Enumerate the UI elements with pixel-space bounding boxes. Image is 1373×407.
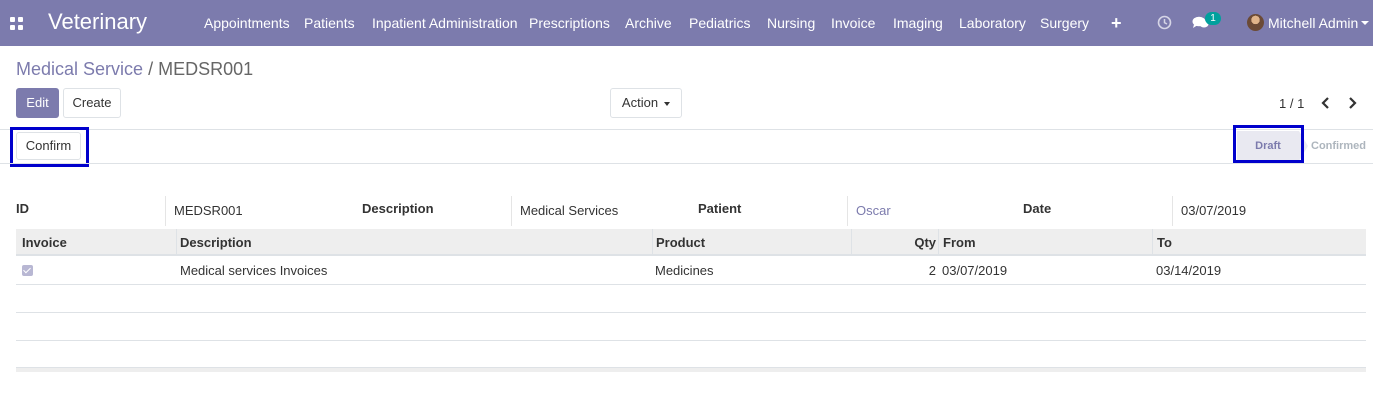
date-value: 03/07/2019	[1181, 203, 1247, 218]
statusbar-top-border	[0, 129, 1373, 130]
field-divider	[847, 196, 848, 226]
breadcrumb-separator: /	[148, 59, 154, 79]
row-to: 03/14/2019	[1156, 263, 1222, 278]
column-divider	[851, 229, 852, 256]
menu-item-inpatient-administration[interactable]: Inpatient Administration	[372, 15, 518, 31]
top-navbar: Veterinary Appointments Patients Inpatie…	[0, 0, 1373, 46]
apps-grid-icon[interactable]	[10, 17, 23, 30]
column-header-invoice[interactable]: Invoice	[22, 235, 67, 250]
app-brand[interactable]: Veterinary	[48, 9, 147, 35]
column-divider	[1152, 229, 1153, 256]
edit-button[interactable]: Edit	[16, 88, 59, 118]
table-row[interactable]: Medical services Invoices Medicines 2 03…	[16, 257, 1366, 285]
menu-item-invoice[interactable]: Invoice	[831, 15, 875, 31]
table-row-empty	[16, 313, 1366, 341]
field-divider	[511, 196, 512, 226]
column-divider	[176, 229, 177, 256]
menu-item-imaging[interactable]: Imaging	[893, 15, 943, 31]
id-value: MEDSR001	[174, 203, 243, 218]
row-description: Medical services Invoices	[180, 263, 328, 278]
description-label: Description	[362, 201, 434, 216]
pager-next-icon[interactable]	[1344, 94, 1360, 112]
column-header-from[interactable]: From	[943, 235, 976, 250]
pager-previous-icon[interactable]	[1318, 94, 1334, 112]
breadcrumb-current: MEDSR001	[158, 59, 254, 79]
draft-highlight-box	[1233, 125, 1304, 163]
column-divider	[652, 229, 653, 256]
table-row-empty	[16, 340, 1366, 368]
breadcrumb: Medical Service / MEDSR001	[16, 59, 253, 80]
row-from: 03/07/2019	[942, 263, 1008, 278]
column-header-qty[interactable]: Qty	[914, 235, 936, 250]
id-label: ID	[16, 201, 29, 216]
table-row-empty	[16, 285, 1366, 313]
menu-item-nursing[interactable]: Nursing	[767, 15, 815, 31]
column-header-to[interactable]: To	[1157, 235, 1172, 250]
caret-down-icon[interactable]	[1361, 21, 1369, 25]
table-footer	[16, 367, 1366, 372]
field-divider	[165, 196, 166, 226]
column-header-product[interactable]: Product	[656, 235, 705, 250]
column-header-description[interactable]: Description	[180, 235, 252, 250]
create-button[interactable]: Create	[63, 88, 121, 118]
status-stage-confirmed[interactable]: Confirmed	[1311, 140, 1366, 152]
field-divider	[1172, 196, 1173, 226]
action-dropdown-label: Action	[621, 95, 659, 110]
menu-item-appointments[interactable]: Appointments	[204, 15, 290, 31]
menu-item-pediatrics[interactable]: Pediatrics	[689, 15, 750, 31]
clock-icon[interactable]	[1157, 15, 1172, 30]
patient-link[interactable]: Oscar	[856, 203, 891, 218]
menu-item-archive[interactable]: Archive	[625, 15, 672, 31]
menu-item-prescriptions[interactable]: Prescriptions	[529, 15, 610, 31]
table-header: Invoice Description Product Qty From To	[16, 229, 1366, 256]
action-dropdown-button[interactable]: Action	[610, 88, 682, 118]
user-menu-name[interactable]: Mitchell Admin	[1268, 15, 1358, 31]
row-product: Medicines	[655, 263, 714, 278]
confirm-highlight-box	[10, 127, 89, 167]
description-value: Medical Services	[520, 203, 619, 218]
date-label: Date	[1023, 201, 1052, 216]
messages-count-badge: 1	[1205, 12, 1221, 25]
statusbar-bottom-border	[0, 163, 1373, 164]
column-divider	[938, 229, 939, 256]
row-qty: 2	[928, 263, 936, 278]
menu-item-laboratory[interactable]: Laboratory	[959, 15, 1026, 31]
menu-item-surgery[interactable]: Surgery	[1040, 15, 1089, 31]
avatar[interactable]	[1247, 14, 1264, 31]
caret-down-icon	[664, 101, 671, 106]
breadcrumb-parent-link[interactable]: Medical Service	[16, 59, 143, 79]
patient-label: Patient	[698, 201, 742, 216]
pager-value[interactable]: 1 / 1	[1279, 96, 1304, 111]
invoice-checkbox[interactable]	[22, 265, 33, 276]
menu-item-patients[interactable]: Patients	[304, 15, 355, 31]
plus-icon[interactable]: +	[1111, 14, 1122, 32]
